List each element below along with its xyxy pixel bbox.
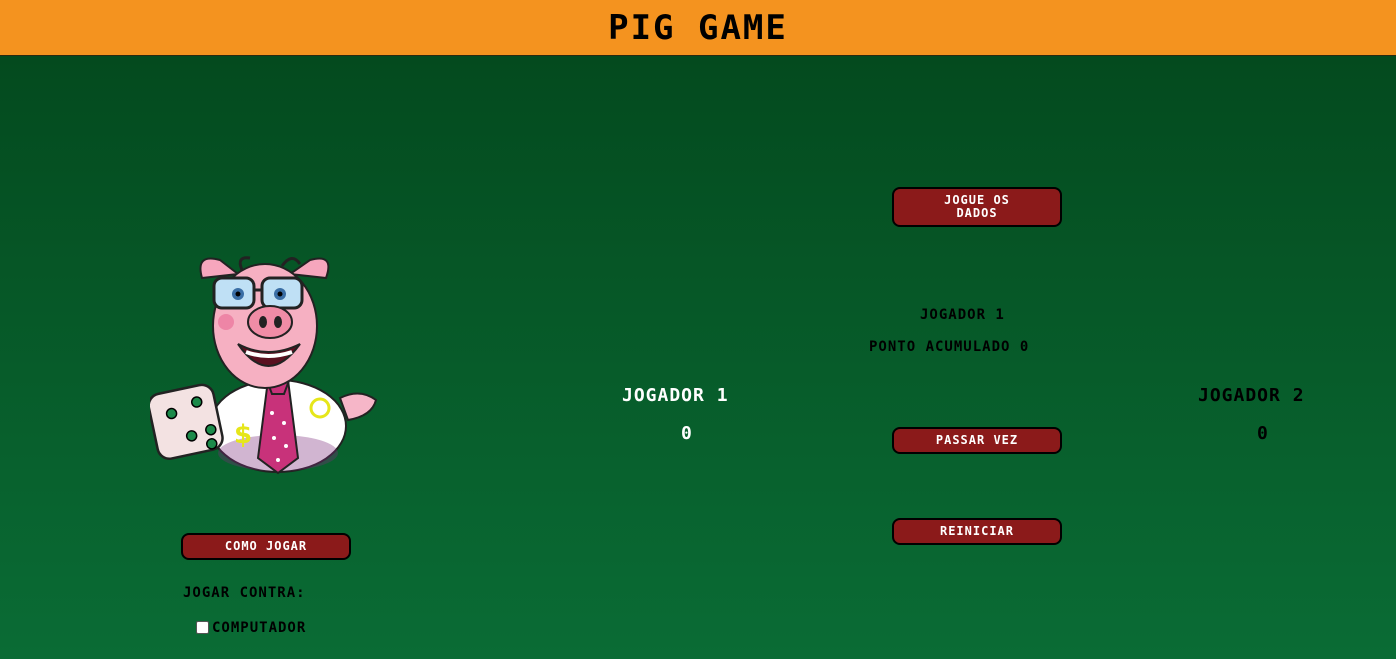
pig-mascot-image: $	[150, 256, 378, 475]
page-title: PIG GAME	[608, 7, 788, 48]
roll-dice-button[interactable]: JOGUE OS DADOS	[892, 187, 1062, 227]
player1-name: JOGADOR 1	[622, 385, 729, 406]
pass-turn-button[interactable]: PASSAR VEZ	[892, 427, 1062, 454]
computer-label[interactable]: COMPUTADOR	[212, 620, 306, 636]
player2-name: JOGADOR 2	[1198, 385, 1305, 406]
current-player-label: JOGADOR 1	[920, 307, 1005, 323]
accumulated-points-label: PONTO ACUMULADO 0	[869, 339, 1030, 355]
play-against-label: JOGAR CONTRA:	[183, 585, 306, 601]
player1-score: 0	[681, 423, 693, 444]
player2-score: 0	[1257, 423, 1269, 444]
computer-checkbox[interactable]	[196, 621, 209, 634]
how-to-play-button[interactable]: COMO JOGAR	[181, 533, 351, 560]
svg-text:$: $	[234, 420, 252, 450]
header-bar: PIG GAME	[0, 0, 1396, 56]
restart-button[interactable]: REINICIAR	[892, 518, 1062, 545]
